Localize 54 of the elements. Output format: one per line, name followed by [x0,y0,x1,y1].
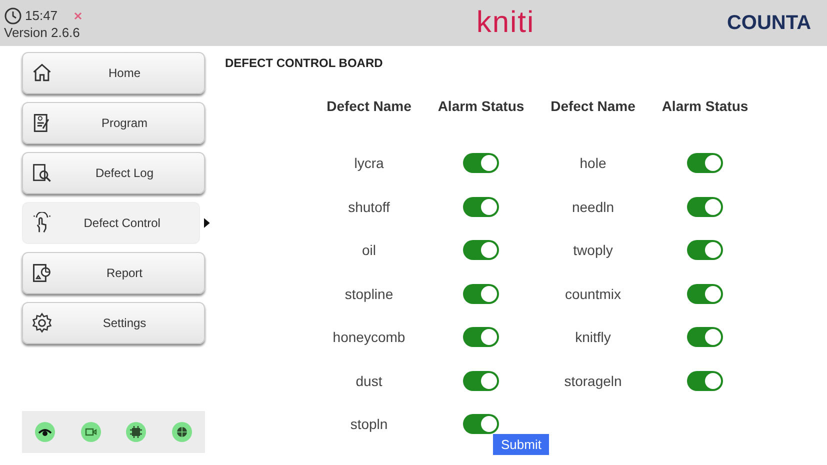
logo: kniti [476,6,535,40]
alarm-toggle[interactable] [687,153,723,174]
eye-icon[interactable] [34,422,55,442]
sidebar-item[interactable]: Defect Control [22,202,200,244]
defect-name: lycra [353,155,385,172]
defect-name: dust [354,372,384,389]
settings-icon [31,312,53,334]
board-title: DEFECT CONTROL BOARD [225,56,384,70]
column-header: Alarm Status [436,98,526,114]
sidebar-item[interactable]: Settings [22,302,205,344]
sidebar-item[interactable]: Defect Log [22,152,205,194]
camera-icon[interactable] [80,422,101,442]
hand-alarm-icon [31,212,53,234]
clock-icon [4,6,22,24]
sidebar-item[interactable]: Report [22,252,205,294]
brand-logo: COUNTA [726,12,812,34]
defect-name: knitfly [574,329,612,346]
alarm-toggle[interactable] [463,153,499,174]
alarm-toggle[interactable] [687,327,723,348]
sidebar-item[interactable]: Home [22,52,205,94]
alarm-toggle[interactable] [687,284,723,304]
alarm-toggle[interactable] [463,196,499,217]
notification-icon [72,10,83,20]
defect-name: stopline [344,286,394,302]
alarm-toggle[interactable] [687,240,723,260]
chip-icon[interactable] [126,422,146,442]
defect-name: countmix [564,286,622,302]
defect-name: stopln [349,416,389,432]
submit-button[interactable]: Submit [493,434,550,455]
defect-name: shutoff [347,198,391,215]
clock-time: 15:47 [25,8,58,23]
alarm-toggle[interactable] [463,284,499,304]
sidebar-item[interactable]: Program [22,102,205,144]
alarm-toggle[interactable] [463,327,499,348]
pointer-triangle-icon [204,218,210,228]
alarm-toggle[interactable] [687,196,723,217]
alarm-toggle[interactable] [463,414,499,434]
column-header: Defect Name [550,98,636,114]
defect-name: storageln [563,372,623,389]
home-icon [31,62,53,84]
alarm-toggle[interactable] [463,240,499,260]
column-header: Defect Name [326,98,412,114]
column-header: Alarm Status [660,98,750,114]
alarm-toggle[interactable] [687,370,723,391]
defect-name: honeycomb [332,329,406,346]
defect-name: twoply [572,242,614,258]
version-text: Version 2.6.6 [4,24,81,40]
defect-name: hole [578,155,608,172]
globe-icon[interactable] [172,422,192,442]
report-chart-icon [31,262,53,284]
defect-name: needln [570,198,616,215]
document-magnifier-icon [31,162,53,184]
defect-name: oil [360,242,377,258]
alarm-toggle[interactable] [463,370,499,391]
